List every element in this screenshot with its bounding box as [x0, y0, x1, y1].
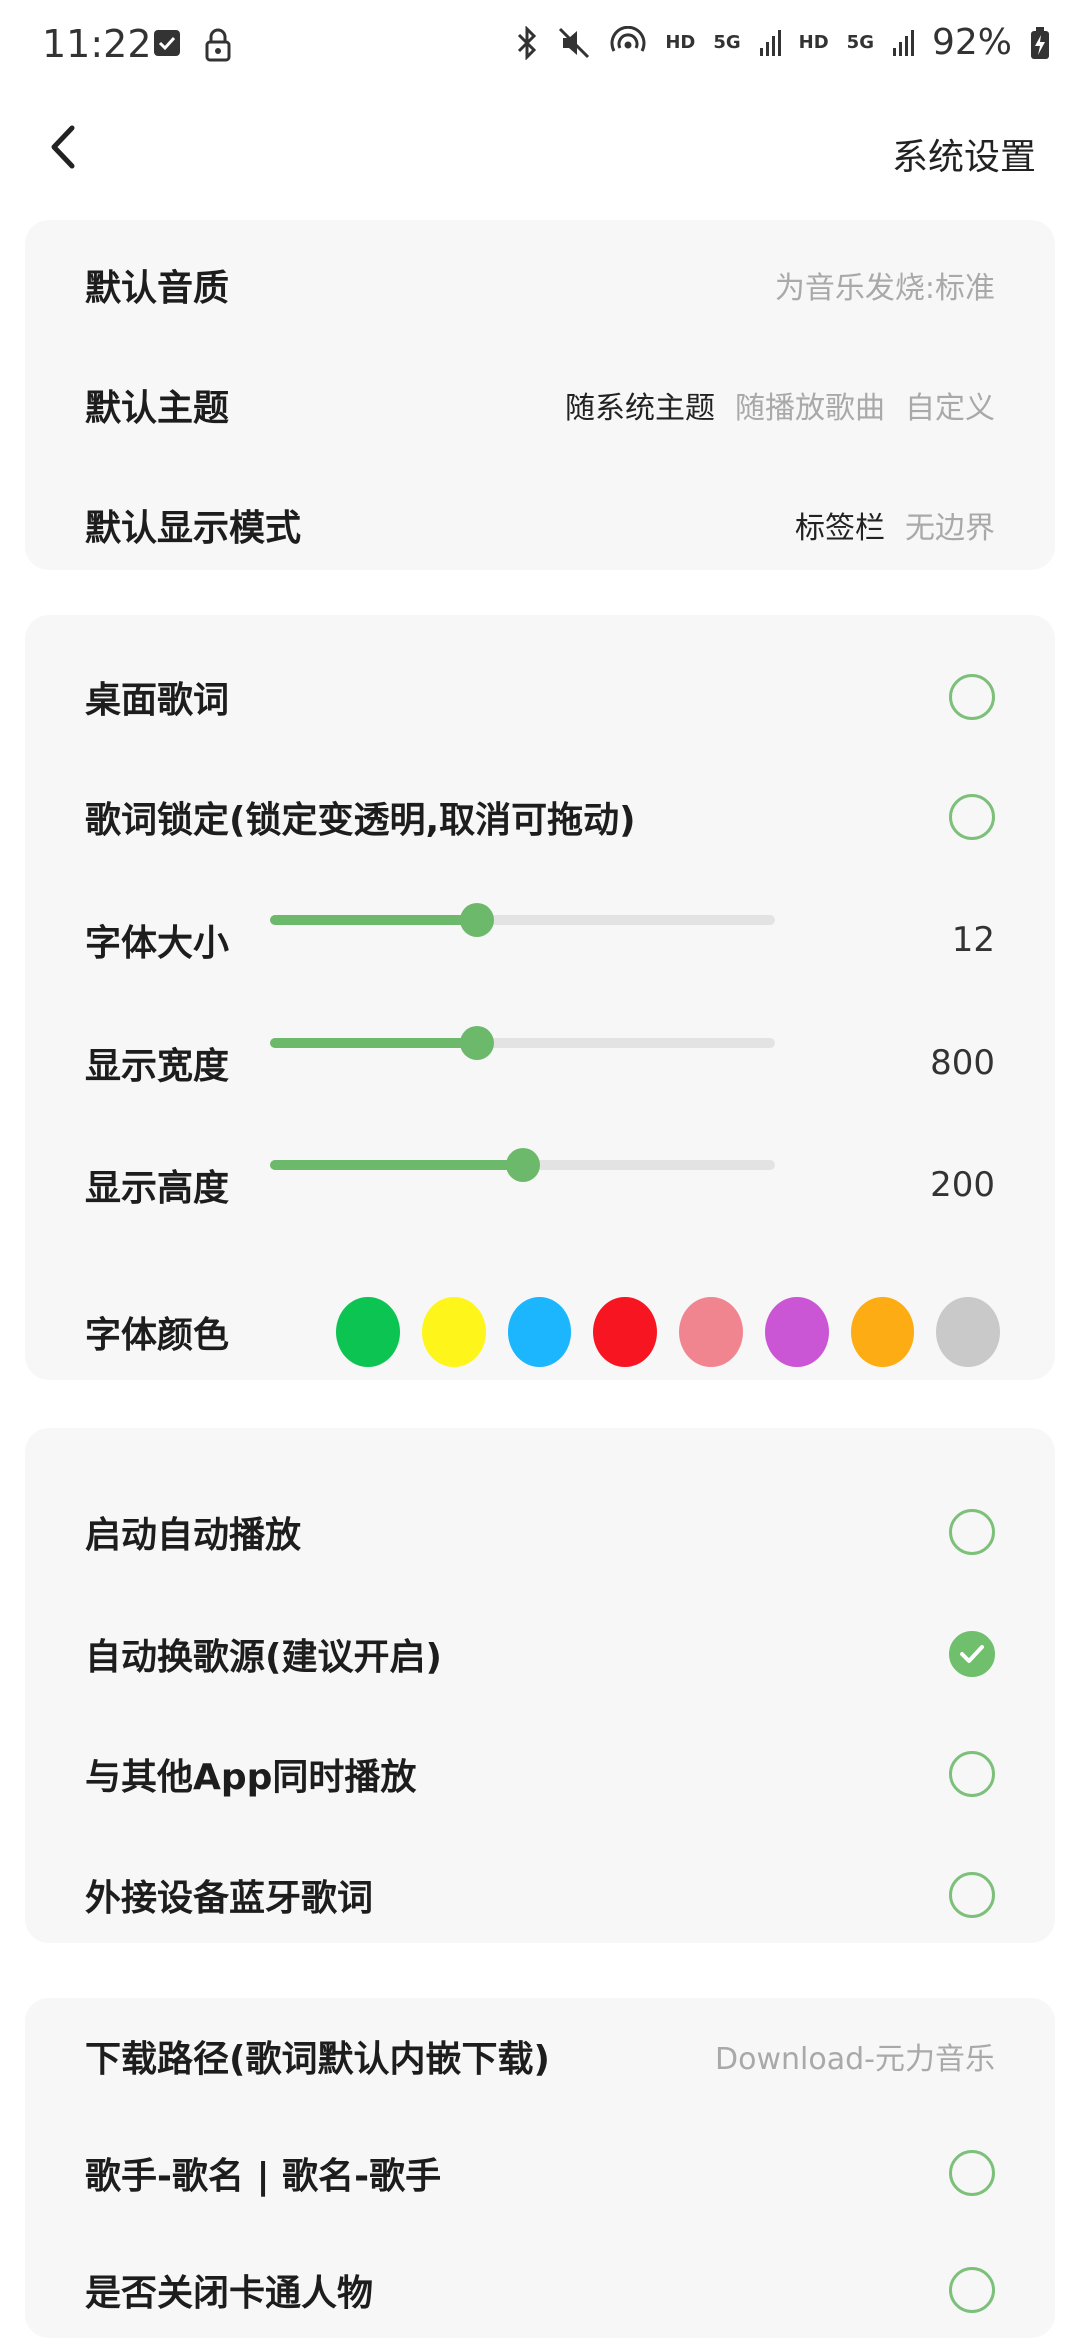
font-color-swatch-5[interactable] [679, 1297, 743, 1367]
default-display-row: 默认显示模式 标签栏 无边界 [85, 485, 995, 565]
auto-play-toggle[interactable] [949, 1509, 995, 1555]
desktop-lyrics-toggle[interactable] [949, 674, 995, 720]
playback-options-card: 启动自动播放 自动换歌源(建议开启) 与其他App同时播放 外接设备蓝牙歌词 [25, 1428, 1055, 1943]
bluetooth-icon [518, 25, 537, 60]
display-width-slider[interactable] [270, 1026, 775, 1060]
back-arrow-icon[interactable] [40, 122, 90, 172]
lyrics-lock-row[interactable]: 歌词锁定(锁定变透明,取消可拖动) [85, 777, 995, 857]
default-theme-row: 默认主题 随系统主题 随播放歌曲 自定义 [85, 365, 995, 445]
display-option-borderless[interactable]: 无边界 [905, 503, 995, 547]
battery-percent: 92% [931, 22, 1012, 63]
font-color-swatch-4[interactable] [593, 1297, 657, 1367]
theme-option-custom[interactable]: 自定义 [905, 383, 995, 427]
cartoon-toggle[interactable] [949, 2267, 995, 2313]
download-path-row[interactable]: 下载路径(歌词默认内嵌下载) Download-元力音乐 [85, 2016, 995, 2096]
font-size-label: 字体大小 [85, 923, 230, 964]
font-size-slider[interactable] [270, 903, 775, 937]
desktop-lyrics-label: 桌面歌词 [85, 680, 230, 721]
font-size-row: 字体大小 12 [85, 900, 995, 980]
font-size-value: 12 [951, 920, 995, 960]
signal-icon-1 [759, 29, 781, 56]
font-color-swatch-1[interactable] [336, 1297, 400, 1367]
display-option-tabbar[interactable]: 标签栏 [795, 503, 885, 547]
display-height-label: 显示高度 [85, 1168, 230, 1209]
other-app-row[interactable]: 与其他App同时播放 [85, 1734, 995, 1814]
theme-option-system[interactable]: 随系统主题 [565, 383, 715, 427]
naming-format-row[interactable]: 歌手-歌名 | 歌名-歌手 [85, 2133, 995, 2213]
naming-format-toggle[interactable] [949, 2150, 995, 2196]
status-bar: 11:22 HD 5G HD 5G 92% [0, 0, 1080, 100]
battery-charging-icon [1031, 26, 1049, 59]
display-width-label: 显示宽度 [85, 1046, 230, 1087]
font-color-swatch-6[interactable] [764, 1297, 829, 1367]
auto-play-row[interactable]: 启动自动播放 [85, 1492, 995, 1572]
font-color-label: 字体颜色 [85, 1315, 230, 1356]
font-color-swatch-8[interactable] [936, 1297, 1000, 1367]
font-color-swatch-2[interactable] [421, 1297, 486, 1367]
network-5g-2: 5G [846, 32, 874, 53]
font-color-swatch-7[interactable] [850, 1297, 915, 1367]
cartoon-label: 是否关闭卡通人物 [85, 2273, 374, 2314]
signal-icon-2 [892, 29, 914, 56]
hotspot-icon [610, 25, 646, 52]
auto-source-row[interactable]: 自动换歌源(建议开启) [85, 1614, 995, 1694]
lock-icon [205, 28, 231, 62]
bluetooth-lyrics-toggle[interactable] [949, 1872, 995, 1918]
download-path-label: 下载路径(歌词默认内嵌下载) [85, 2039, 550, 2080]
bluetooth-lyrics-row[interactable]: 外接设备蓝牙歌词 [85, 1855, 995, 1935]
display-height-slider-fill [270, 1160, 523, 1170]
checkbox-notification-icon [154, 30, 180, 56]
default-display-label: 默认显示模式 [85, 508, 302, 549]
download-path-value[interactable]: Download-元力音乐 [715, 2034, 995, 2078]
playback-defaults-card: 默认音质 为音乐发烧:标准 默认主题 随系统主题 随播放歌曲 自定义 默认显示模… [25, 220, 1055, 570]
app-header: 系统设置 [0, 110, 1080, 190]
download-card: 下载路径(歌词默认内嵌下载) Download-元力音乐 歌手-歌名 | 歌名-… [25, 1998, 1055, 2338]
theme-option-song[interactable]: 随播放歌曲 [735, 383, 885, 427]
font-size-slider-fill [270, 915, 478, 925]
display-width-value: 800 [930, 1043, 995, 1083]
font-color-swatches [336, 1297, 1000, 1367]
status-time: 11:22 [42, 22, 152, 66]
default-quality-label: 默认音质 [85, 268, 230, 309]
display-height-slider-knob[interactable] [505, 1148, 540, 1182]
other-app-label: 与其他App同时播放 [85, 1757, 417, 1798]
desktop-lyrics-card: 桌面歌词 歌词锁定(锁定变透明,取消可拖动) 字体大小 12 显示宽度 800 … [25, 615, 1055, 1380]
display-height-slider[interactable] [270, 1148, 775, 1182]
desktop-lyrics-row[interactable]: 桌面歌词 [85, 657, 995, 737]
page-title: 系统设置 [891, 137, 1036, 178]
network-5g-1: 5G [713, 32, 741, 53]
lyrics-lock-toggle[interactable] [949, 794, 995, 840]
auto-source-toggle[interactable] [949, 1631, 995, 1677]
mute-icon [559, 27, 590, 58]
font-size-slider-knob[interactable] [460, 903, 495, 937]
checkmark-icon [960, 1645, 984, 1663]
auto-source-label: 自动换歌源(建议开启) [85, 1637, 442, 1678]
display-height-value: 200 [930, 1165, 995, 1205]
default-quality-value[interactable]: 为音乐发烧:标准 [775, 263, 995, 307]
display-width-slider-knob[interactable] [460, 1026, 495, 1060]
display-width-row: 显示宽度 800 [85, 1023, 995, 1103]
bluetooth-lyrics-label: 外接设备蓝牙歌词 [85, 1878, 374, 1919]
other-app-toggle[interactable] [949, 1751, 995, 1797]
lyrics-lock-label: 歌词锁定(锁定变透明,取消可拖动) [85, 800, 636, 841]
auto-play-label: 启动自动播放 [85, 1515, 302, 1556]
naming-format-label: 歌手-歌名 | 歌名-歌手 [85, 2156, 442, 2197]
display-width-slider-fill [270, 1038, 478, 1048]
hd-badge-2: HD [798, 32, 829, 53]
hd-badge-1: HD [665, 32, 696, 53]
font-color-swatch-3[interactable] [507, 1297, 572, 1367]
default-theme-label: 默认主题 [85, 388, 230, 429]
display-height-row: 显示高度 200 [85, 1145, 995, 1225]
cartoon-row[interactable]: 是否关闭卡通人物 [85, 2250, 995, 2330]
default-quality-row[interactable]: 默认音质 为音乐发烧:标准 [85, 245, 995, 325]
